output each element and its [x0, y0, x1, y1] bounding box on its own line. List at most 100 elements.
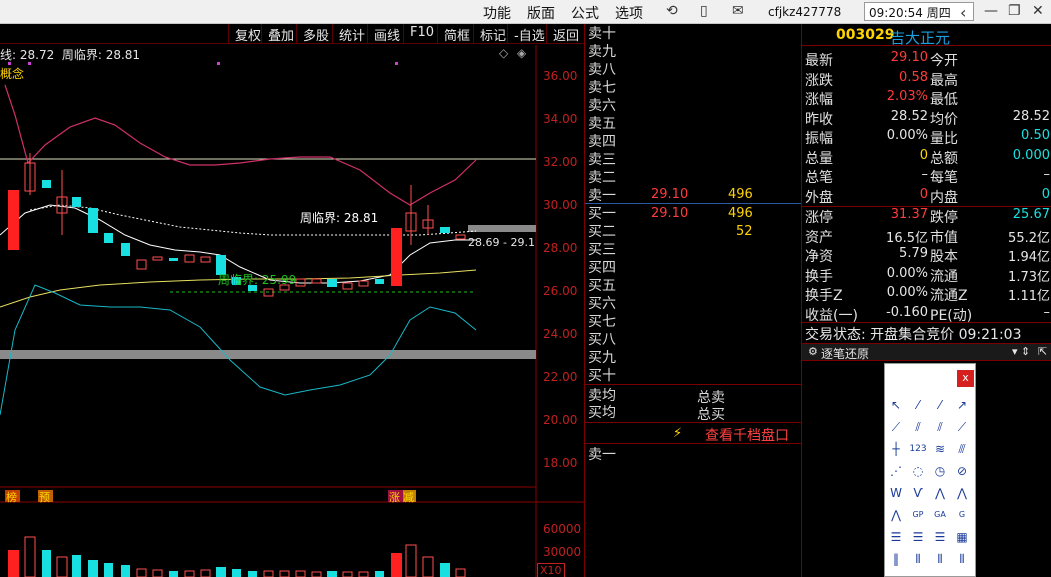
weekly-low-label: 周临界: 25.99 — [218, 273, 297, 287]
menu-options[interactable]: 选项 — [615, 3, 643, 23]
fan-tool-icon[interactable]: ≋ — [931, 440, 949, 458]
simple-frame-button[interactable]: 简框 — [437, 24, 476, 44]
y-tick: 28.00 — [543, 241, 578, 255]
zigzag-tool-icon[interactable]: ⋀ — [931, 484, 949, 502]
restore-icon[interactable]: ❐ — [1008, 3, 1021, 19]
quote-value: 0.50 — [1021, 128, 1050, 143]
line-tool-icon[interactable]: ⁄ — [909, 396, 927, 414]
fib2-tool-icon[interactable]: ☰ — [909, 528, 927, 546]
wave-tool-icon[interactable]: W — [887, 484, 905, 502]
parallel-tool-icon[interactable]: ⫽ — [931, 418, 949, 436]
signal-yu: 预 — [39, 491, 50, 504]
candle — [184, 254, 195, 263]
ga-tool-icon[interactable]: GA — [931, 506, 949, 524]
sell-7: 卖七 — [588, 80, 616, 96]
diamond-icon[interactable]: ◇ — [499, 46, 508, 60]
quote-label: 最低 — [930, 92, 958, 108]
vertical-tool-icon[interactable]: ┼ — [887, 440, 905, 458]
fib4-tool-icon[interactable]: ▦ — [953, 528, 971, 546]
watchlist-button[interactable]: -自选 — [507, 24, 551, 44]
y-tick: 18.00 — [543, 456, 578, 470]
quote-value: 5.79 — [899, 246, 928, 261]
quote-value: 0.00% — [886, 265, 928, 281]
ray-tool-icon[interactable]: ⁄ — [931, 396, 949, 414]
menu-formula[interactable]: 公式 — [571, 3, 599, 23]
close-window-icon[interactable]: ✕ — [1032, 3, 1044, 19]
time-tool-icon[interactable]: ‖ — [887, 550, 905, 568]
sell-5: 卖五 — [588, 116, 616, 132]
divider — [585, 422, 801, 423]
buy-10: 买十 — [588, 368, 616, 384]
avg-sell-label: 卖均 — [588, 388, 616, 404]
peak-tool-icon[interactable]: ⋀ — [953, 484, 971, 502]
filter-icon[interactable]: ▾ ⇕ — [1012, 345, 1030, 358]
volume-bar — [295, 570, 306, 577]
numbers-tool-icon[interactable]: 123 — [909, 440, 927, 458]
stats-button[interactable]: 统计 — [332, 24, 371, 44]
sell-9: 卖九 — [588, 44, 616, 60]
expand-icon[interactable]: ⇱ — [1038, 345, 1047, 358]
back-icon[interactable]: ‹ — [960, 3, 966, 22]
volume-bar — [216, 567, 226, 577]
sell-3: 卖三 — [588, 152, 616, 168]
wave2-tool-icon[interactable]: Ѵ — [909, 484, 927, 502]
menu-layout[interactable]: 版面 — [527, 3, 555, 23]
quote-label: 量比 — [930, 131, 958, 147]
sell-6: 卖六 — [588, 98, 616, 114]
return-button[interactable]: 返回 — [546, 24, 585, 44]
cycle-tool-icon[interactable]: ⋰ — [887, 462, 905, 480]
gp-tool-icon[interactable]: GP — [909, 506, 927, 524]
draw-tools-palette: x ↖ ⁄ ⁄ ↗ ⟋ ⫽ ⫽ ⟋ ┼ 123 ≋ ⫻ ⋰ ◌ ◷ ⊘ W Ѵ … — [884, 363, 976, 577]
quote-value: 1.94亿 — [1008, 250, 1050, 265]
y-tick: 22.00 — [543, 370, 578, 384]
fib3-tool-icon[interactable]: ☰ — [931, 528, 949, 546]
tick-panel-header: ⚙ 逐笔还原 ▾ ⇕ ⇱ — [802, 343, 1051, 361]
time2-tool-icon[interactable]: ⦀ — [909, 550, 927, 568]
quote-label: 最高 — [930, 72, 958, 89]
candle — [42, 180, 51, 188]
draw-line-button[interactable]: 画线 — [367, 24, 406, 44]
arrow-tool-icon[interactable]: ↗ — [953, 396, 971, 414]
gear-icon[interactable]: ⚙ — [808, 345, 818, 358]
view-depth-link[interactable]: 查看千档盘口 — [705, 425, 789, 445]
quote-label: 流通Z — [930, 288, 968, 304]
mail-icon[interactable]: ✉ — [732, 3, 744, 19]
vol-unit: X10 — [537, 563, 565, 577]
elliott-tool-icon[interactable]: ⋀ — [887, 506, 905, 524]
overlay-button[interactable]: 叠加 — [261, 24, 300, 44]
segment-tool-icon[interactable]: ⟋ — [887, 418, 905, 436]
fib-tool-icon[interactable]: ☰ — [887, 528, 905, 546]
refresh-icon[interactable]: ⟲ — [666, 3, 678, 19]
quote-label: 涨幅 — [805, 92, 833, 108]
tick-sell1-label: 卖一 — [588, 447, 616, 463]
pointer-tool-icon[interactable]: ↖ — [887, 396, 905, 414]
channel-tool-icon[interactable]: ⫽ — [909, 418, 927, 436]
g-tool-icon[interactable]: G — [953, 506, 971, 524]
quote-label: 换手 — [805, 268, 833, 285]
grid-tool-icon[interactable]: ⫻ — [953, 440, 971, 458]
total-buy-label: 总买 — [697, 407, 725, 423]
quote-label: 资产 — [805, 229, 833, 246]
quote-value: 1.73亿 — [1008, 269, 1050, 285]
circle-tool-icon[interactable]: ◌ — [909, 462, 927, 480]
multi-stock-button[interactable]: 多股 — [296, 24, 335, 44]
signal-jian: 减 — [403, 491, 414, 504]
buy-8: 买八 — [588, 332, 616, 348]
volume-bar — [169, 571, 178, 577]
clock-display: 09:20:54 周四 — [864, 2, 974, 21]
close-palette-button[interactable]: x — [957, 370, 974, 387]
settings-diamond-icon[interactable]: ◈ — [517, 46, 526, 60]
spiral-tool-icon[interactable]: ⊘ — [953, 462, 971, 480]
buy-3: 买三 — [588, 242, 616, 258]
clock-tool-icon[interactable]: ◷ — [931, 462, 949, 480]
quote-label: 换手Z — [805, 288, 843, 304]
time3-tool-icon[interactable]: ⦀ — [931, 550, 949, 568]
trend-tool-icon[interactable]: ⟋ — [953, 418, 971, 436]
time4-tool-icon[interactable]: ⦀ — [953, 550, 971, 568]
phone-icon[interactable]: ▯ — [700, 3, 708, 19]
menu-function[interactable]: 功能 — [483, 3, 511, 23]
f10-button[interactable]: F10 — [403, 24, 440, 43]
kline-chart-panel[interactable]: 线: 28.72 周临界: 28.81 概念 ◇ ◈ 周临界: 28.81 周临… — [0, 45, 584, 577]
minimize-icon[interactable]: — — [984, 3, 998, 19]
quote-label: 振幅 — [805, 131, 833, 147]
